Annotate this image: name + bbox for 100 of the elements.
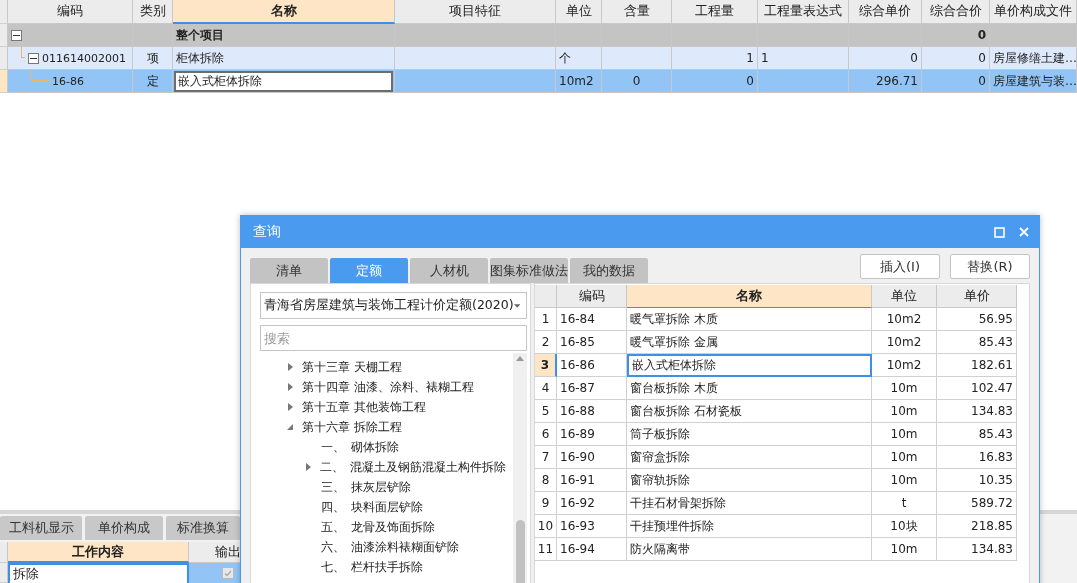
column-header[interactable]: 名称 [173,0,395,24]
table-row[interactable]: 整个项目 0 [0,24,1077,47]
column-header[interactable]: 单价构成文件 [990,0,1077,24]
column-header[interactable]: 综合单价 [849,0,922,24]
collapsed-arrow-icon[interactable] [286,383,294,391]
column-header[interactable]: 综合合价 [922,0,990,24]
column-header[interactable]: 工程量 [672,0,758,24]
scroll-thumb[interactable] [515,520,525,583]
table-cell: 10块 [872,515,937,538]
row-number[interactable]: 10 [535,515,557,538]
dialog-tab[interactable]: 我的数据 [570,258,648,283]
tree-item[interactable]: 第十五章 其他装饰工程 [302,398,426,416]
tree-item[interactable]: 块料面层铲除 [351,498,423,516]
maximize-icon[interactable] [994,226,1005,238]
scroll-up-icon[interactable] [516,356,524,361]
table-cell: 定 [133,70,173,93]
tree-item[interactable]: 混凝土及钢筋混凝土构件拆除 [350,458,506,476]
section-number: 七、 [321,558,346,576]
panel-tab[interactable]: 单价构成 [85,516,163,540]
row-number[interactable]: 1 [535,308,557,331]
table-cell: 嵌入式柜体拆除 [627,354,872,377]
panel-tab[interactable]: 工料机显示 [0,516,82,540]
row-number[interactable]: 6 [535,423,557,446]
column-header[interactable]: 工程量表达式 [758,0,849,24]
dialog-tab[interactable]: 清单 [250,258,328,283]
table-cell: 10m2 [872,354,937,377]
table-cell: 0 [602,70,672,93]
tree-item[interactable]: 砌体拆除 [351,438,399,456]
row-number[interactable]: 9 [535,492,557,515]
table-cell: 1 [758,47,849,70]
row-number[interactable]: 4 [535,377,557,400]
table-cell: 0 [922,24,990,47]
table-cell: t [872,492,937,515]
table-cell: 10m [872,538,937,561]
table-cell: 0 [922,70,990,93]
search-field[interactable]: 搜索 [260,325,527,351]
table-cell: 16-85 [557,331,627,354]
tree-item[interactable]: 龙骨及饰面拆除 [351,518,435,536]
replace-button[interactable]: 替换(R) [950,254,1030,279]
table-cell: 102.47 [937,377,1017,400]
table-cell: 134.83 [937,400,1017,423]
name-input[interactable]: 嵌入式柜体拆除 [174,70,393,92]
table-cell: 85.43 [937,423,1017,446]
collapse-icon[interactable] [28,52,39,64]
dialog-tab[interactable]: 图集标准做法 [490,258,568,283]
table-cell: 16-84 [557,308,627,331]
section-number: 四、 [321,498,346,516]
tree-item[interactable]: 抹灰层铲除 [351,478,411,496]
section-number: 二、 [320,458,345,476]
row-number[interactable]: 5 [535,400,557,423]
row-number[interactable]: 2 [535,331,557,354]
table-cell: 10m2 [872,308,937,331]
column-header[interactable]: 名称 [627,285,872,308]
table-cell: 16-92 [557,492,627,515]
column-header[interactable]: 类别 [133,0,173,24]
code-text: 16-86 [52,74,84,88]
table-row[interactable]: 16-86 定 嵌入式柜体拆除 10m2 0 0 296.71 0 房屋建筑与装… [0,70,1077,93]
row-number[interactable]: 7 [535,446,557,469]
column-header[interactable]: 工作内容 [8,542,189,563]
panel-tab[interactable]: 标准换算 [166,516,240,540]
close-icon[interactable] [1019,227,1029,237]
column-header[interactable]: 单价 [937,285,1017,308]
collapsed-arrow-icon[interactable] [286,363,294,371]
table-cell: 16-94 [557,538,627,561]
table-cell: 筒子板拆除 [627,423,872,446]
column-header[interactable]: 编码 [8,0,133,24]
output-checkbox[interactable] [222,567,234,579]
column-header[interactable]: 单位 [872,285,937,308]
insert-button[interactable]: 插入(I) [860,254,940,279]
table-cell: 窗台板拆除 木质 [627,377,872,400]
table-cell: 窗台板拆除 石材瓷板 [627,400,872,423]
collapsed-arrow-icon[interactable] [304,463,312,471]
column-header[interactable]: 单位 [556,0,602,24]
collapse-icon[interactable] [11,29,22,41]
table-cell: 296.71 [849,70,922,93]
tree-item[interactable]: 第十六章 拆除工程 [302,418,402,436]
expanded-arrow-icon[interactable] [286,423,294,431]
table-cell: 16-93 [557,515,627,538]
table-cell: 182.61 [937,354,1017,377]
table-cell: 房屋建筑与装… [990,70,1077,93]
code-text: 011614002001 [42,51,126,65]
table-cell: 干挂预埋件拆除 [627,515,872,538]
table-cell: 柜体拆除 [173,47,395,70]
row-number[interactable]: 3 [535,354,557,377]
column-header[interactable]: 编码 [557,285,627,308]
row-number[interactable]: 11 [535,538,557,561]
library-dropdown[interactable]: 青海省房屋建筑与装饰工程计价定额(2020) [260,292,527,319]
table-row[interactable]: 011614002001 项 柜体拆除 个 1 1 0 0 房屋修缮土建… [0,47,1077,70]
table-cell: 16-90 [557,446,627,469]
tree-item[interactable]: 油漆涂料裱糊面铲除 [351,538,459,556]
column-header[interactable]: 含量 [602,0,672,24]
dialog-tab[interactable]: 人材机 [410,258,488,283]
tree-item[interactable]: 第十四章 油漆、涂料、裱糊工程 [302,378,474,396]
tree-item[interactable]: 第十三章 天棚工程 [302,358,402,376]
scrollbar[interactable] [513,353,527,583]
table-cell: 个 [556,47,602,70]
row-number[interactable]: 8 [535,469,557,492]
collapsed-arrow-icon[interactable] [286,403,294,411]
tree-item[interactable]: 栏杆扶手拆除 [351,558,423,576]
column-header[interactable]: 项目特征 [395,0,556,24]
